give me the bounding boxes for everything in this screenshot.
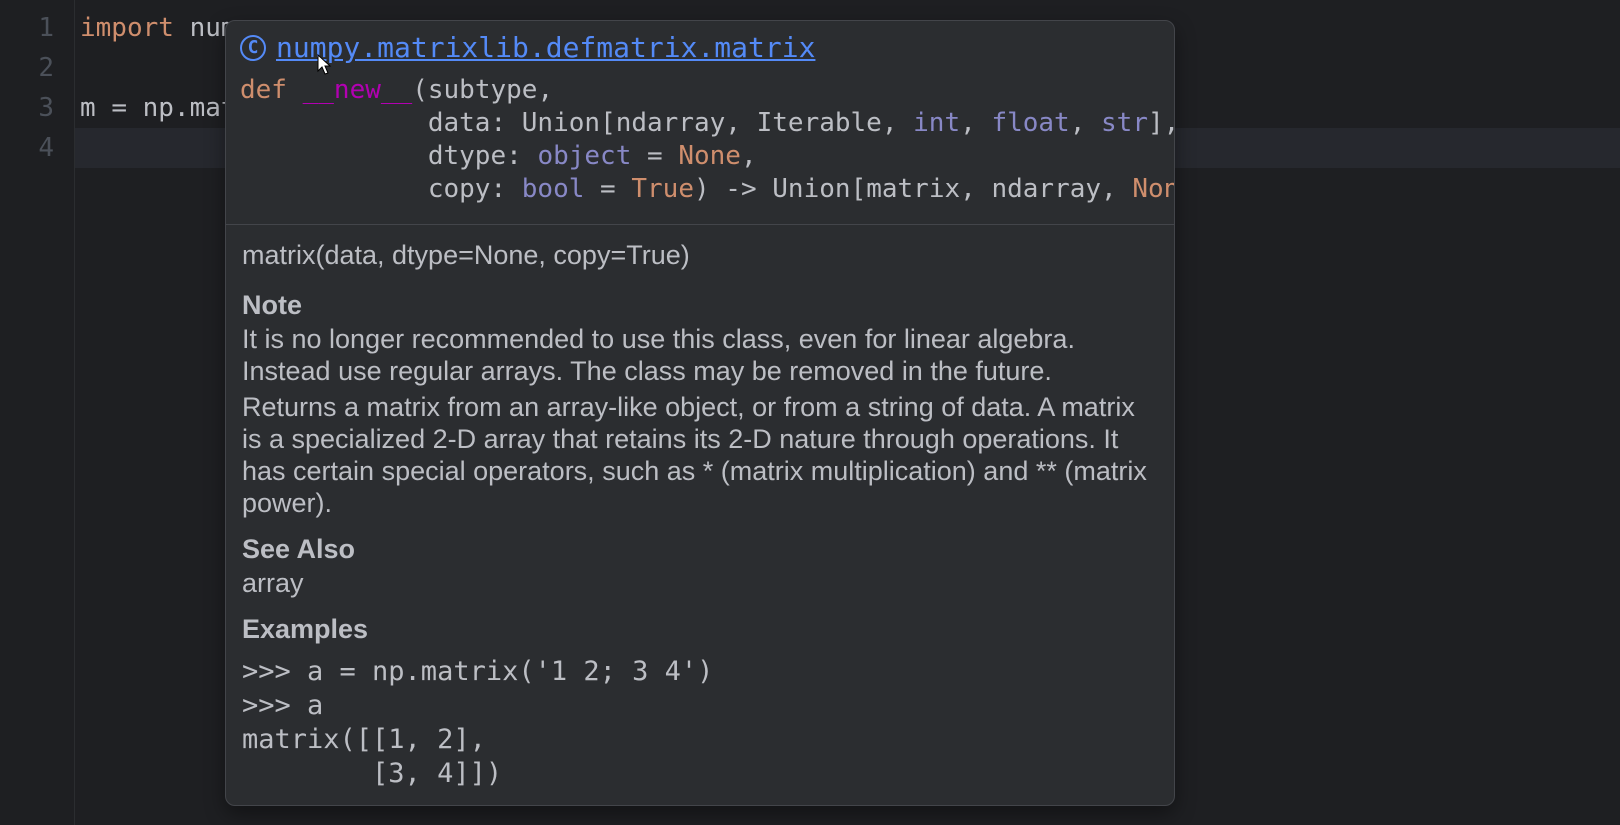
doc-summary: matrix(data, dtype=None, copy=True) — [242, 239, 1158, 271]
see-also-body: array — [242, 567, 1158, 599]
examples-code: >>> a = np.matrix('1 2; 3 4') >>> a matr… — [242, 655, 1158, 791]
equals-operator: = — [111, 93, 127, 123]
documentation-body: matrix(data, dtype=None, copy=True) Note… — [226, 224, 1174, 805]
line-number: 3 — [0, 88, 54, 128]
line-number: 4 — [0, 128, 54, 168]
function-name: __new__ — [303, 75, 413, 105]
line-number: 1 — [0, 8, 54, 48]
documentation-popup[interactable]: C numpy.matrixlib.defmatrix.matrix def _… — [225, 20, 1175, 806]
examples-heading: Examples — [242, 613, 1158, 645]
description: Returns a matrix from an array-like obje… — [242, 391, 1158, 519]
qualified-name-link[interactable]: numpy.matrixlib.defmatrix.matrix — [276, 31, 815, 64]
line-number-gutter: 1 2 3 4 — [0, 0, 75, 825]
function-signature: def __new__(subtype, data: Union[ndarray… — [226, 70, 1174, 224]
class-icon: C — [240, 35, 266, 61]
line-number: 2 — [0, 48, 54, 88]
popup-header: C numpy.matrixlib.defmatrix.matrix — [226, 21, 1174, 70]
mouse-cursor-icon — [315, 53, 333, 77]
keyword-def: def — [240, 75, 303, 105]
note-body: It is no longer recommended to use this … — [242, 323, 1158, 387]
note-heading: Note — [242, 289, 1158, 321]
see-also-heading: See Also — [242, 533, 1158, 565]
keyword-import: import — [80, 13, 174, 43]
variable-name: m — [80, 93, 96, 123]
expression: np.mat — [143, 93, 237, 123]
